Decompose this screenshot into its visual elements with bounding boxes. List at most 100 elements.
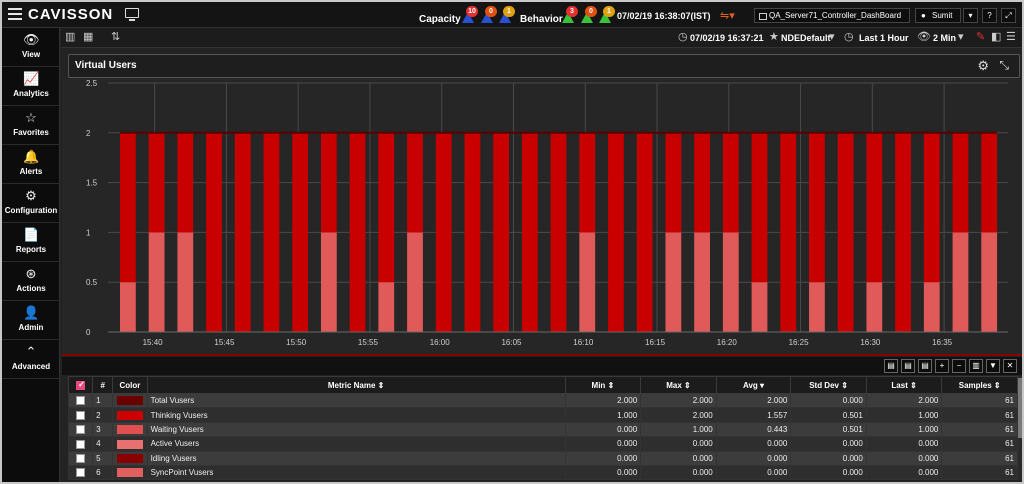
sort-icon[interactable]: ⇕ [684,381,691,390]
scrollbar-thumb[interactable] [1018,378,1022,438]
user-menu-button[interactable]: Sumit [915,8,961,23]
profile-selector[interactable]: NDEDefault [781,32,831,44]
top-header: CAVISSON Capacity 10 0 1 Behavior 3 0 1 … [2,2,1022,28]
sidebar-item-alerts[interactable]: 🔔 Alerts [2,145,60,184]
column-header-std-dev[interactable]: Std Dev ⇕ [790,376,867,394]
sidebar-item-analytics[interactable]: 📈 Analytics [2,67,60,106]
bar-chart-icon[interactable]: ▥ [65,31,75,44]
row-color-cell [112,407,148,423]
pencil-icon[interactable]: ✎ [976,31,985,44]
table-scrollbar[interactable] [1018,376,1022,482]
sort-icon[interactable]: ⇕ [994,381,1001,390]
sort-icon[interactable]: ⇕ [378,381,385,390]
sidebar-item-actions[interactable]: ⊛ Actions [2,262,60,301]
sort-desc-icon[interactable]: ▾ [760,381,764,390]
select-all-header[interactable] [67,376,94,394]
column-header-max[interactable]: Max ⇕ [640,376,717,394]
metric-name: Idling Vusers [146,450,566,466]
table-row[interactable]: 6 SyncPoint Vusers 0.000 0.000 0.000 0.0… [67,464,1018,481]
metric-min: 1.000 [564,407,642,423]
row-checkbox-cell[interactable] [67,421,94,438]
filter-icon[interactable]: ▼ [986,359,1000,373]
column-header-avg[interactable]: Avg ▾ [715,376,792,394]
export-pdf-icon[interactable]: ▤ [884,359,898,373]
row-checkbox[interactable] [76,453,86,463]
capacity-major-alert-icon[interactable]: 0 [481,6,497,24]
columns-icon[interactable]: ▥ [969,359,983,373]
monitor-icon[interactable] [125,8,139,21]
layout-icon[interactable]: ◧ [991,31,1001,44]
sidebar-item-view[interactable]: 👁 View [2,28,60,67]
row-checkbox[interactable] [76,410,86,420]
transfer-icon[interactable]: ⇋▾ [720,9,735,22]
table-icon[interactable]: ▦ [83,31,93,44]
table-row[interactable]: 4 Active Vusers 0.000 0.000 0.000 0.000 … [67,436,1018,452]
table-row[interactable]: 2 Thinking Vusers 1.000 2.000 1.557 0.50… [67,407,1018,423]
bar-thinking-vusers [378,132,395,283]
sidebar-item-label: Favorites [13,128,49,137]
sort-icon[interactable]: ⇕ [841,381,848,390]
color-swatch[interactable] [116,453,143,463]
column-header-color[interactable]: Color [112,376,148,394]
sidebar-item-favorites[interactable]: ☆ Favorites [2,106,60,145]
table-row[interactable]: 1 Total Vusers 2.000 2.000 2.000 0.000 2… [67,392,1018,409]
dashboard-selector[interactable]: QA_Server71_Controller_DashBoard [754,8,910,23]
interval-selector[interactable]: 2 Min [933,32,956,44]
sort-icon[interactable]: ⇕ [608,381,615,390]
sidebar-item-configuration[interactable]: ⚙ Configuration [2,184,60,223]
row-checkbox-cell[interactable] [67,392,94,409]
row-checkbox[interactable] [76,396,86,406]
table-row[interactable]: 5 Idling Vusers 0.000 0.000 0.000 0.000 … [67,450,1018,466]
help-icon[interactable]: ? [982,8,997,23]
user-dropdown-caret-icon[interactable]: ▾ [963,8,978,23]
color-swatch[interactable] [116,439,143,449]
column-header-num[interactable]: # [92,376,114,394]
behavior-minor-count: 1 [603,6,615,17]
row-checkbox-cell[interactable] [67,450,94,466]
add-icon[interactable]: + [935,359,949,373]
capacity-minor-alert-icon[interactable]: 1 [499,6,515,24]
row-checkbox[interactable] [76,439,86,449]
fullscreen-icon[interactable]: ⤢ [1001,8,1016,23]
sidebar-item-advanced[interactable]: ⌃ Advanced [2,340,60,379]
sort-icon[interactable]: ⇕ [910,381,917,390]
table-row[interactable]: 3 Waiting Vusers 0.000 1.000 0.443 0.501… [67,421,1018,438]
sidebar-item-reports[interactable]: 📄 Reports [2,223,60,262]
color-swatch[interactable] [116,425,143,435]
sort-arrows-icon[interactable]: ⇅ [111,31,120,44]
select-all-checkbox[interactable] [76,380,86,390]
export-excel-icon[interactable]: ▤ [918,359,932,373]
column-header-min[interactable]: Min ⇕ [564,376,642,394]
bar-thinking-vusers [206,132,222,332]
color-swatch[interactable] [116,468,143,478]
behavior-critical-alert-icon[interactable]: 3 [562,6,578,24]
column-header-metric-name[interactable]: Metric Name ⇕ [146,376,566,394]
color-swatch[interactable] [116,396,143,406]
capacity-critical-alert-icon[interactable]: 10 [462,6,478,24]
profile-chevron-down-icon[interactable]: ▾ [829,31,835,44]
capacity-label: Capacity [419,14,461,25]
remove-icon[interactable]: − [952,359,966,373]
x-tick-label: 15:45 [214,338,235,347]
row-checkbox[interactable] [76,468,86,478]
close-icon[interactable]: ✕ [1003,359,1017,373]
time-range-selector[interactable]: Last 1 Hour [859,32,909,44]
row-checkbox-cell[interactable] [67,464,94,481]
list-icon[interactable]: ☰ [1006,31,1016,44]
export-word-icon[interactable]: ▤ [901,359,915,373]
chart-divider[interactable] [62,354,1022,356]
toolbar-timestamp: 07/02/19 16:37:21 [690,33,764,43]
sidebar-item-admin[interactable]: 👤 Admin [2,301,60,340]
row-checkbox-cell[interactable] [67,436,94,452]
collapse-icon[interactable]: ⤡ [999,58,1009,73]
behavior-major-alert-icon[interactable]: 0 [581,6,597,24]
interval-chevron-down-icon[interactable]: ▾ [958,31,964,44]
column-header-samples[interactable]: Samples ⇕ [941,376,1018,394]
behavior-minor-alert-icon[interactable]: 1 [599,6,615,24]
color-swatch[interactable] [116,410,143,420]
row-checkbox[interactable] [76,425,86,435]
hamburger-menu-icon[interactable] [8,8,22,20]
gear-icon[interactable]: ⚙ [977,58,989,74]
column-header-last[interactable]: Last ⇕ [865,376,943,394]
row-checkbox-cell[interactable] [67,407,94,423]
